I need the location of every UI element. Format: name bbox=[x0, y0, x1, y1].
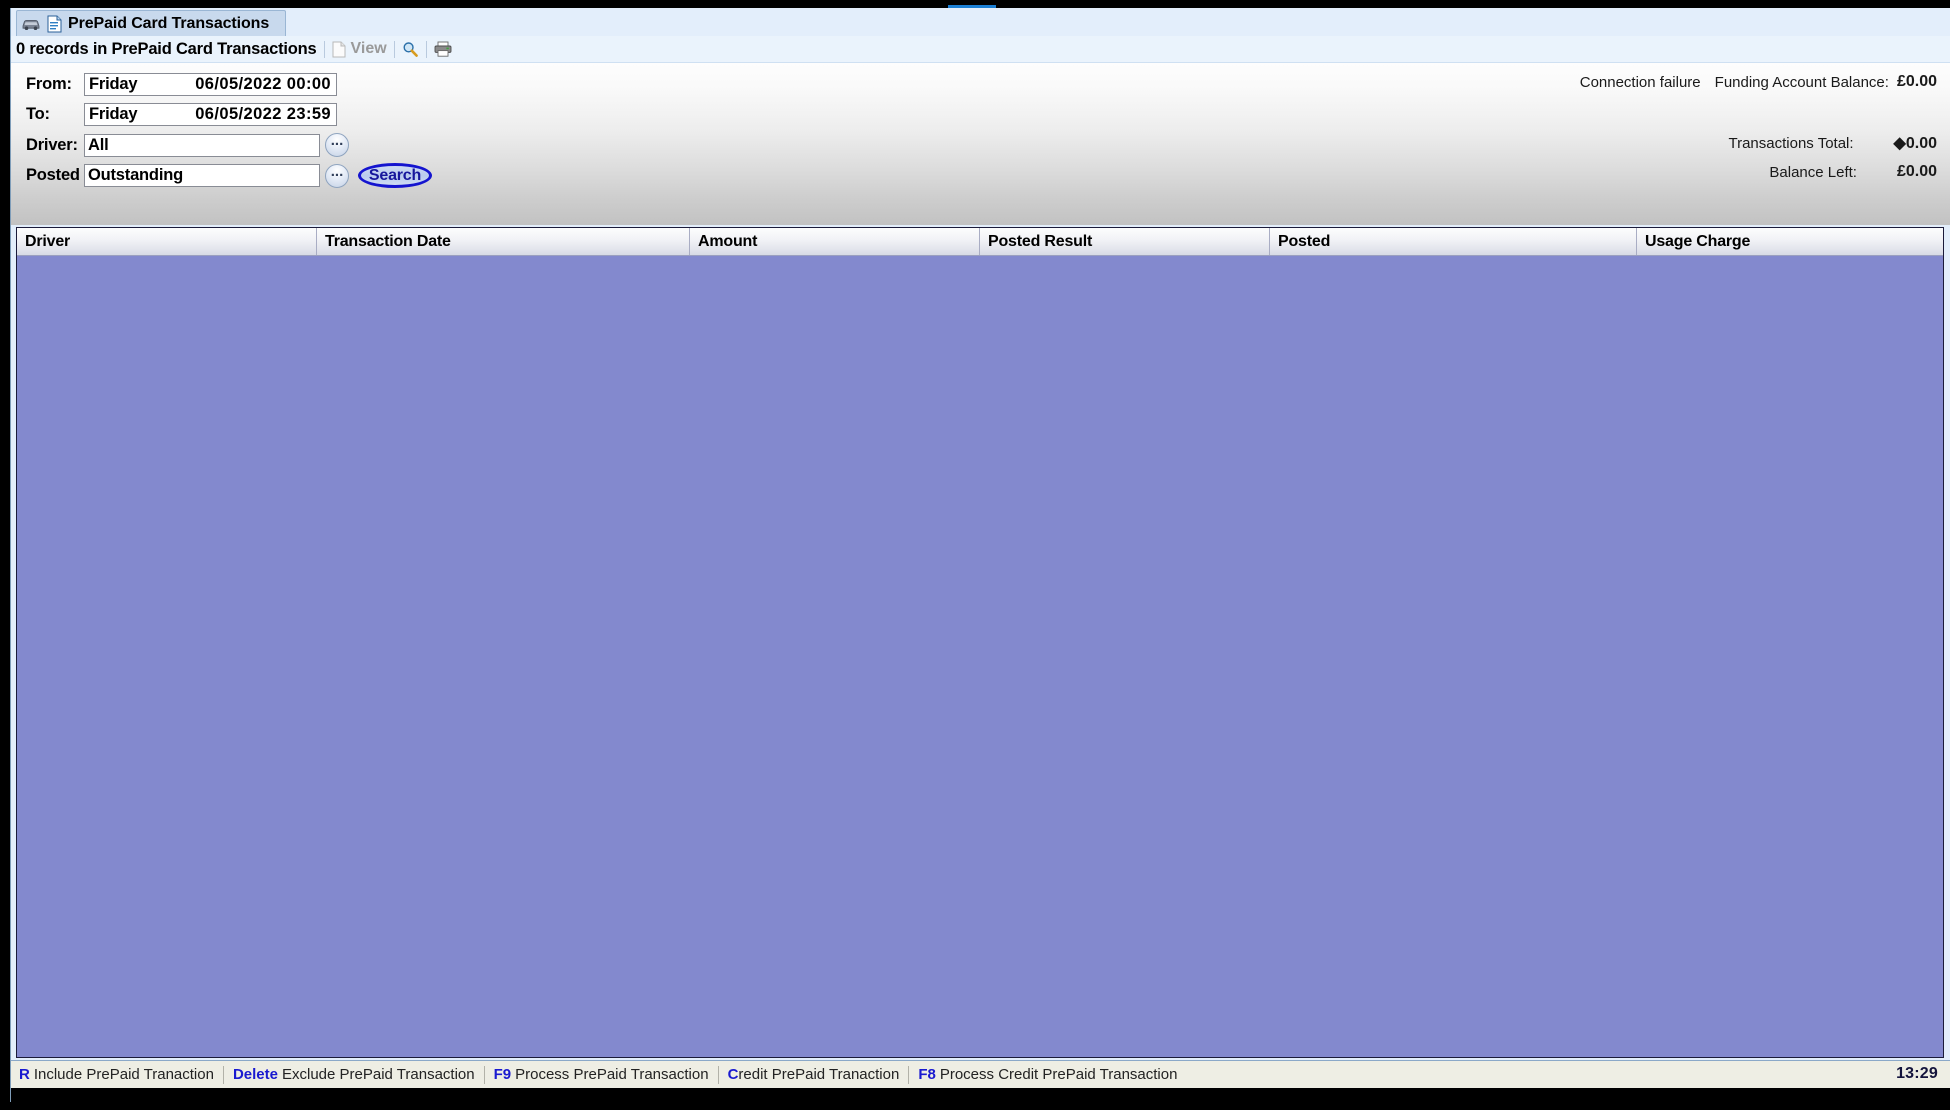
balance-left-label: Balance Left: bbox=[1769, 163, 1857, 181]
status-shortcut[interactable]: F9 Process PrePaid Transaction bbox=[494, 1066, 709, 1083]
tab-prepaid-card-transactions[interactable]: PrePaid Card Transactions bbox=[16, 10, 286, 36]
grid-header-row: Driver Transaction Date Amount Posted Resul… bbox=[17, 228, 1943, 256]
to-date-row: To: Friday 06/05/2022 23:59 bbox=[26, 103, 337, 126]
shortcut-description: Include PrePaid Tranaction bbox=[33, 1066, 214, 1083]
window-bottom-border bbox=[11, 1088, 1950, 1102]
shortcut-description: Exclude PrePaid Transaction bbox=[282, 1066, 475, 1083]
status-shortcut[interactable]: R Include PrePaid Tranaction bbox=[19, 1066, 214, 1083]
toolbar: 0 records in PrePaid Card Transactions V… bbox=[11, 36, 1950, 62]
view-button-label: View bbox=[350, 40, 387, 57]
grid-column-header[interactable]: Transaction Date bbox=[317, 228, 690, 255]
shortcut-key: R bbox=[19, 1066, 30, 1083]
shortcut-description: Process PrePaid Transaction bbox=[515, 1066, 709, 1083]
grid-column-header[interactable]: Posted bbox=[1270, 228, 1637, 255]
clock: 13:29 bbox=[1896, 1065, 1938, 1082]
magnifier-icon[interactable] bbox=[402, 41, 419, 58]
toolbar-divider bbox=[323, 40, 325, 58]
from-date-input[interactable]: Friday 06/05/2022 00:00 bbox=[84, 73, 337, 96]
document-icon bbox=[47, 15, 62, 33]
to-date-input[interactable]: Friday 06/05/2022 23:59 bbox=[84, 103, 337, 126]
status-shortcut[interactable]: Delete Exclude PrePaid Transaction bbox=[233, 1066, 475, 1083]
shortcut-key: F9 bbox=[493, 1066, 512, 1083]
transactions-total-label: Transactions Total: bbox=[1728, 134, 1854, 152]
shortcut-description: redit PrePaid Tranaction bbox=[738, 1066, 900, 1083]
tab-bar: PrePaid Card Transactions bbox=[11, 8, 1950, 36]
search-criteria-panel: From: Friday 06/05/2022 00:00 To: Friday… bbox=[11, 62, 1950, 225]
connection-status-label: Connection failure bbox=[1579, 73, 1701, 91]
status-bar-divider bbox=[483, 1065, 485, 1084]
to-datetime-value: 06/05/2022 23:59 bbox=[195, 105, 331, 123]
record-count-label: 0 records in PrePaid Card Transactions bbox=[16, 39, 317, 58]
shortcut-key: Delete bbox=[232, 1066, 278, 1083]
toolbar-divider bbox=[393, 40, 395, 58]
status-shortcut[interactable]: F8 Process Credit PrePaid Transaction bbox=[918, 1066, 1177, 1083]
shortcut-key: F8 bbox=[918, 1066, 936, 1083]
driver-value: All bbox=[88, 135, 109, 154]
car-icon bbox=[21, 17, 41, 31]
from-label: From: bbox=[26, 75, 72, 93]
balance-left-row: Balance Left: £0.00 bbox=[1769, 163, 1937, 181]
funding-account-balance-value: £0.00 bbox=[1896, 73, 1937, 90]
grid-body-empty[interactable] bbox=[17, 256, 1943, 1056]
posted-input[interactable]: Outstanding bbox=[84, 164, 320, 187]
driver-browse-button[interactable]: ... bbox=[325, 133, 349, 157]
balance-left-value: £0.00 bbox=[1896, 163, 1937, 180]
driver-input[interactable]: All bbox=[84, 133, 320, 157]
status-shortcut[interactable]: Credit PrePaid Tranaction bbox=[728, 1066, 900, 1083]
view-button[interactable]: View bbox=[332, 40, 387, 58]
to-day-value: Friday bbox=[89, 105, 138, 123]
shortcut-key: C bbox=[727, 1066, 739, 1083]
grid-column-header[interactable]: Amount bbox=[690, 228, 980, 255]
transactions-total-value: ◆0.00 bbox=[1893, 135, 1937, 152]
grid-column-header[interactable]: Driver bbox=[17, 228, 317, 255]
funding-account-balance-label: Funding Account Balance: bbox=[1714, 73, 1889, 91]
desktop-top-strip bbox=[0, 0, 1950, 9]
window-left-border bbox=[0, 0, 10, 1110]
grid-column-header[interactable]: Usage Charge bbox=[1637, 228, 1943, 255]
status-bar-divider bbox=[717, 1065, 719, 1084]
from-day-value: Friday bbox=[89, 75, 138, 93]
grid-column-header[interactable]: Posted Result bbox=[980, 228, 1270, 255]
driver-label: Driver: bbox=[26, 135, 78, 154]
to-label: To: bbox=[26, 105, 50, 123]
document-icon bbox=[332, 41, 346, 58]
funding-balance-row: Connection failure Funding Account Balan… bbox=[1580, 73, 1937, 91]
transactions-total-row: Transactions Total: ◆0.00 bbox=[1728, 133, 1937, 153]
printer-icon[interactable] bbox=[434, 41, 452, 57]
driver-row: Driver: All ... bbox=[26, 133, 349, 157]
toolbar-divider bbox=[425, 40, 427, 58]
status-bar: R Include PrePaid Tranaction Delete Exclude… bbox=[11, 1060, 1950, 1088]
transactions-grid: Driver Transaction Date Amount Posted Resul… bbox=[16, 227, 1944, 1058]
posted-browse-button[interactable]: ... bbox=[325, 163, 349, 188]
status-bar-divider bbox=[222, 1065, 224, 1084]
posted-label: Posted bbox=[26, 166, 80, 184]
from-datetime-value: 06/05/2022 00:00 bbox=[195, 75, 331, 93]
from-date-row: From: Friday 06/05/2022 00:00 bbox=[26, 73, 337, 96]
status-bar-divider bbox=[908, 1065, 910, 1084]
tab-label: PrePaid Card Transactions bbox=[68, 14, 270, 32]
shortcut-description: Process Credit PrePaid Transaction bbox=[939, 1066, 1178, 1083]
search-button[interactable]: Search bbox=[358, 163, 432, 188]
application-window: PrePaid Card Transactions 0 records in P… bbox=[10, 8, 1950, 1102]
posted-row: Posted Outstanding ... Search bbox=[26, 163, 432, 188]
posted-value: Outstanding bbox=[88, 166, 183, 184]
